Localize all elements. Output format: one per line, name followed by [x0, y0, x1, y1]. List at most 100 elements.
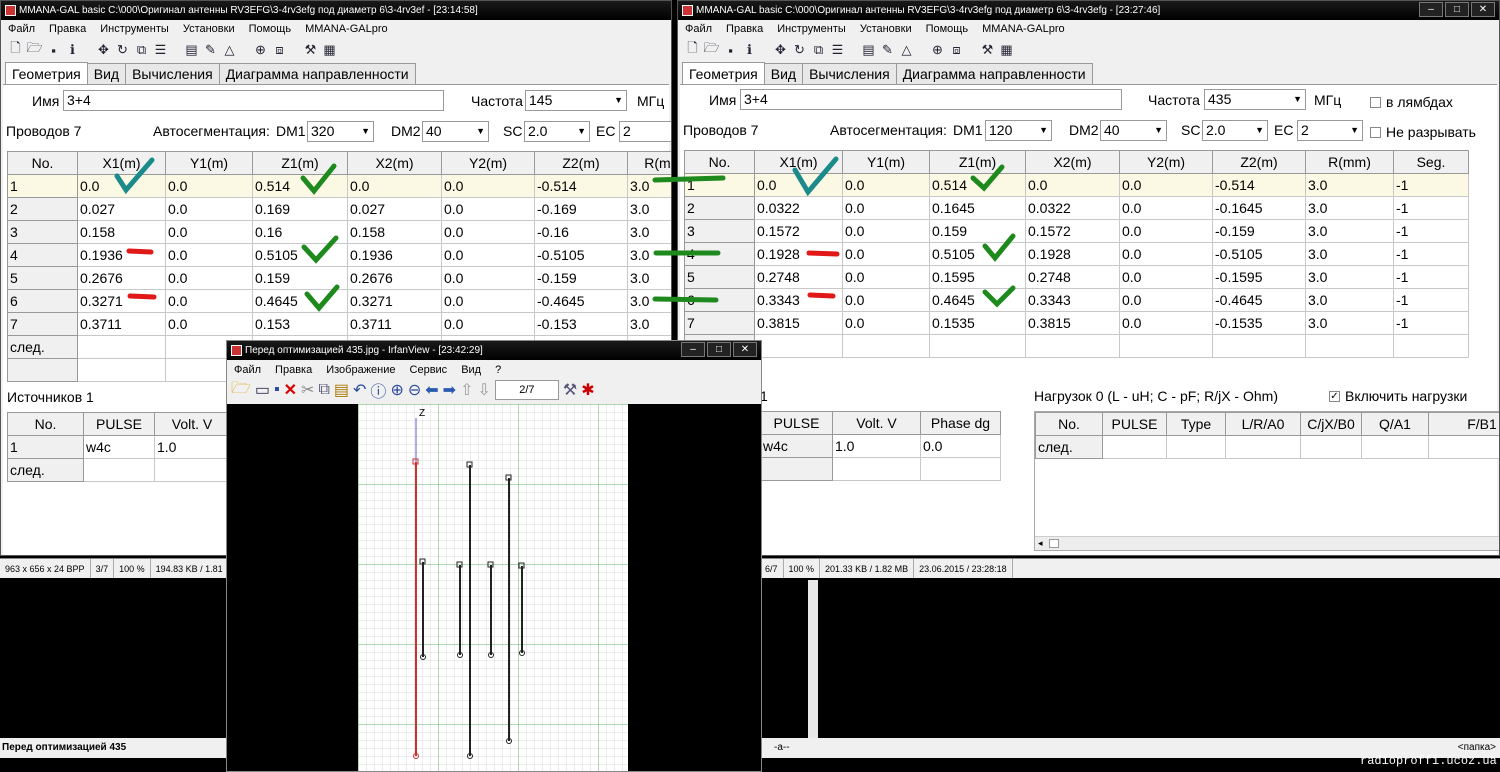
table-cell[interactable]: 1.0	[154, 435, 230, 459]
triangle-icon[interactable]: △	[221, 42, 238, 58]
table-cell[interactable]: -0.514	[534, 174, 628, 198]
layers-icon[interactable]: ⧈	[948, 42, 965, 58]
sources-col-header[interactable]: PULSE	[83, 412, 155, 436]
table-cell[interactable]: -0.159	[534, 266, 628, 290]
table-cell[interactable]: -0.1535	[1212, 311, 1306, 335]
tab-view[interactable]: Вид	[86, 63, 127, 84]
no-break-checkbox[interactable]	[1370, 127, 1381, 138]
table-row-empty[interactable]	[760, 457, 1001, 481]
row-number[interactable]: 6	[684, 288, 755, 312]
table-cell[interactable]: 3.0	[627, 289, 671, 313]
pencil-icon[interactable]: ✎	[202, 42, 219, 58]
move-icon[interactable]: ✥	[772, 42, 789, 58]
empty-cell[interactable]	[1305, 334, 1394, 358]
table-cell[interactable]: 0.158	[77, 220, 166, 244]
table-row[interactable]: 1 0.0 0.0 0.514 0.0 0.0 -0.514 3.0	[7, 174, 671, 198]
tab-pattern[interactable]: Диаграмма направленности	[895, 63, 1093, 84]
table-cell[interactable]: 0.1535	[929, 311, 1026, 335]
table-cell[interactable]: 0.153	[252, 312, 348, 336]
wires-col-header[interactable]: X2(m)	[347, 151, 442, 175]
table-cell[interactable]: -1	[1393, 311, 1469, 335]
next-image-icon[interactable]: ➡	[443, 380, 456, 400]
table-cell[interactable]: 0.0	[842, 288, 930, 312]
menu-tools[interactable]: Инструменты	[93, 20, 176, 38]
table-cell[interactable]: 0.0	[842, 311, 930, 335]
menu-tools[interactable]: Инструменты	[770, 20, 853, 38]
loads-horizontal-scrollbar[interactable]: ◂	[1035, 536, 1499, 550]
table-cell[interactable]: 0.3815	[754, 311, 843, 335]
wires-col-header[interactable]: Z1(m)	[929, 150, 1026, 174]
ec-combo[interactable]: 2	[619, 121, 671, 142]
menu-pro[interactable]: MMANA-GALpro	[975, 20, 1072, 38]
calculator-icon[interactable]: ▦	[321, 42, 338, 58]
menu-settings[interactable]: Установки	[176, 20, 242, 38]
table-cell[interactable]: 0.0	[165, 266, 253, 290]
save-icon[interactable]: ▪	[274, 381, 280, 399]
menu-image[interactable]: Изображение	[319, 361, 402, 379]
row-number[interactable]: 4	[684, 242, 755, 266]
wires-col-header[interactable]: Z1(m)	[252, 151, 348, 175]
left-title-bar[interactable]: MMANA-GAL basic C:\000\Оригинал антенны …	[1, 1, 671, 20]
table-cell[interactable]: 0.0	[1119, 265, 1213, 289]
table-cell[interactable]: 0.514	[252, 174, 348, 198]
triangle-icon[interactable]: △	[898, 42, 915, 58]
wires-col-header[interactable]: X1(m)	[754, 150, 843, 174]
table-cell[interactable]: 0.3271	[347, 289, 442, 313]
slideshow-icon[interactable]: ▭	[255, 380, 270, 400]
menu-file[interactable]: Файл	[678, 20, 719, 38]
loads-col-header[interactable]: C/jX/B0	[1300, 412, 1362, 436]
zoom-out-icon[interactable]: ⊖	[408, 380, 421, 400]
tab-geometry[interactable]: Геометрия	[682, 62, 765, 84]
table-cell[interactable]: 0.2676	[77, 266, 166, 290]
page-counter[interactable]: 2/7	[494, 380, 559, 400]
empty-cell[interactable]	[154, 458, 230, 482]
table-row[interactable]: 1 0.0 0.0 0.514 0.0 0.0 -0.514 3.0 -1	[684, 173, 1469, 197]
sources-col-header[interactable]: No.	[7, 412, 84, 436]
empty-cell[interactable]	[842, 334, 930, 358]
table-cell[interactable]: 0.0	[1119, 219, 1213, 243]
row-number[interactable]: 5	[7, 266, 78, 290]
table-cell[interactable]: -1	[1393, 196, 1469, 220]
menu-settings[interactable]: Установки	[853, 20, 919, 38]
wrench-icon[interactable]: ⚒	[302, 42, 319, 58]
wires-icon[interactable]: ☰	[829, 42, 846, 58]
wires-col-header[interactable]: R(mm)	[1305, 150, 1394, 174]
menu-edit[interactable]: Правка	[719, 20, 770, 38]
rotate-icon[interactable]: ↻	[791, 42, 808, 58]
row-number[interactable]: 2	[684, 196, 755, 220]
wires-col-header[interactable]: Seg.	[1393, 150, 1469, 174]
sources-col-header[interactable]: Phase dg	[920, 411, 1001, 435]
row-number[interactable]: 2	[7, 197, 78, 221]
table-cell[interactable]: 0.0	[920, 434, 1001, 458]
wires-icon[interactable]: ☰	[152, 42, 169, 58]
table-cell[interactable]: 0.0	[842, 242, 930, 266]
document-icon[interactable]: ▤	[860, 42, 877, 58]
copy-wires-icon[interactable]: ⧉	[810, 42, 827, 58]
table-cell[interactable]: 0.0	[441, 220, 535, 244]
table-cell[interactable]: 0.2748	[754, 265, 843, 289]
table-cell[interactable]: 0.3343	[754, 288, 843, 312]
exit-icon[interactable]: ✱	[581, 380, 594, 400]
table-cell[interactable]: 0.0	[165, 197, 253, 221]
table-cell[interactable]: 0.4645	[252, 289, 348, 313]
table-row-next[interactable]: след.	[7, 458, 230, 482]
table-cell[interactable]: 0.0	[77, 174, 166, 198]
table-row-empty[interactable]	[684, 334, 1469, 358]
table-cell[interactable]: 3.0	[627, 197, 671, 221]
info-icon[interactable]: ℹ	[741, 42, 758, 58]
zoom-in-icon[interactable]: ⊕	[390, 380, 403, 400]
row-number[interactable]: 5	[684, 265, 755, 289]
settings-icon[interactable]: ⚒	[563, 380, 577, 400]
wires-col-header[interactable]: Z2(m)	[1212, 150, 1306, 174]
table-row[interactable]: 3 0.1572 0.0 0.159 0.1572 0.0 -0.159 3.0 -1	[684, 219, 1469, 243]
table-cell[interactable]: 0.0	[1119, 242, 1213, 266]
info-icon[interactable]: ℹ	[64, 42, 81, 58]
sources-col-header[interactable]: Volt. V	[832, 411, 921, 435]
row-number[interactable]: w4c	[760, 434, 833, 458]
name-input[interactable]: 3+4	[63, 90, 444, 111]
save-icon[interactable]: ▪	[45, 43, 62, 58]
row-number[interactable]: 6	[7, 289, 78, 313]
empty-cell[interactable]	[1393, 334, 1469, 358]
table-cell[interactable]: 0.0	[1119, 196, 1213, 220]
sc-combo[interactable]: 2.0 ▼	[1202, 120, 1268, 141]
